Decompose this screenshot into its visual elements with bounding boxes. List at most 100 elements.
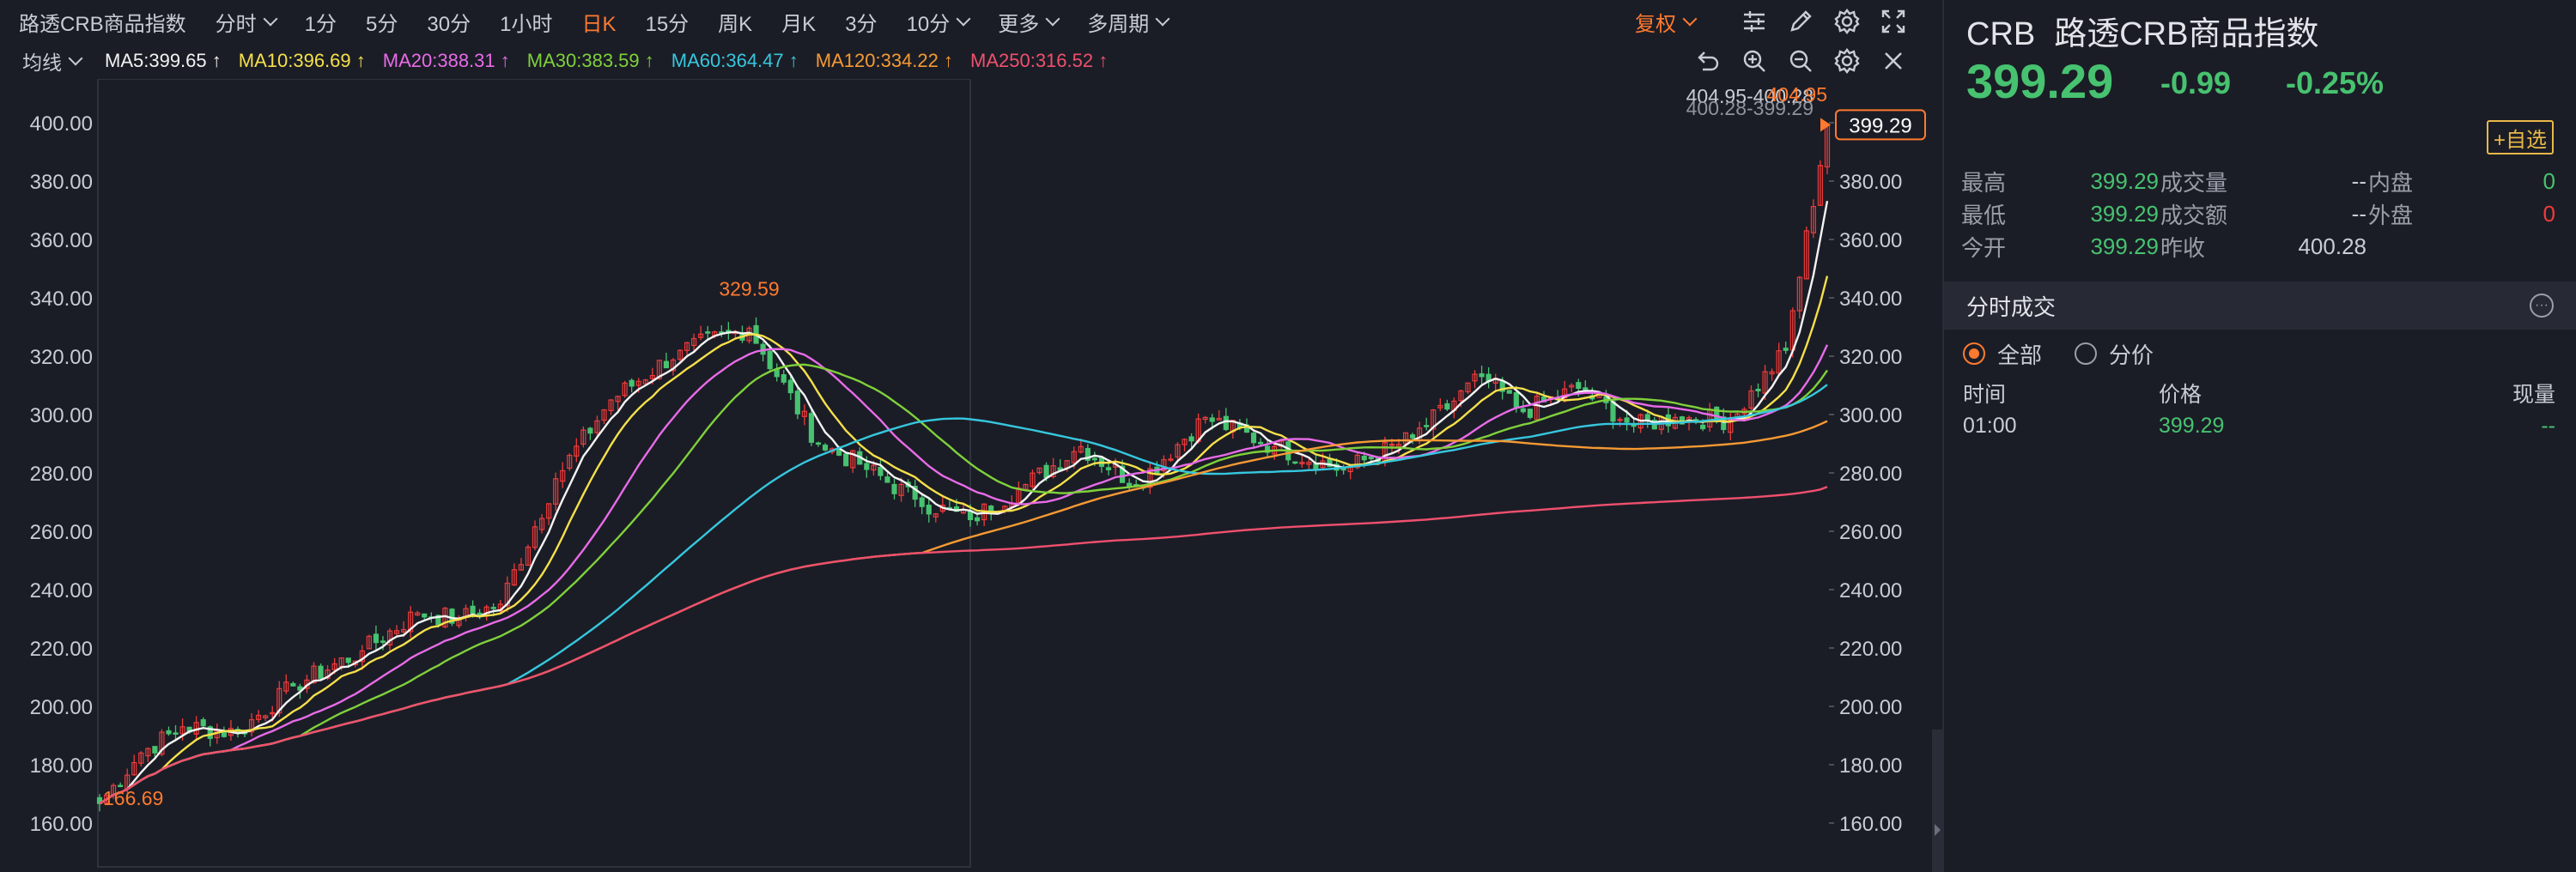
candle-body <box>1410 434 1416 439</box>
period-tab-8[interactable]: 月K <box>781 7 816 37</box>
candle-body <box>1368 456 1374 460</box>
candle-body <box>318 665 324 679</box>
stat-value: 0 <box>2543 167 2555 194</box>
gear-icon[interactable] <box>1832 46 1862 76</box>
candle-body <box>926 505 932 515</box>
period-tab-9[interactable]: 3分 <box>845 7 877 37</box>
period-tabs: 分时 1分 5分 30分 1小时 日K 15分 周K 月K 3分 10分 更多 多周期 <box>216 7 1198 37</box>
pencil-icon[interactable] <box>1786 7 1815 36</box>
ma-value-text: MA20:388.31 <box>382 50 495 71</box>
zoom-out-icon[interactable] <box>1786 46 1815 76</box>
period-tab-12[interactable]: 多周期 <box>1087 7 1170 37</box>
ma-dropdown[interactable]: 均线 <box>22 46 83 76</box>
period-tab-label: 1小时 <box>500 12 553 36</box>
ma-value-text: MA10:396.69 <box>238 50 351 71</box>
radio-checked-icon <box>1963 342 1985 365</box>
candle-body <box>781 374 787 383</box>
undo-icon[interactable] <box>1693 46 1722 76</box>
adjust-dropdown[interactable]: 复权 <box>1635 7 1698 37</box>
y-tick-label-left: 260.00 <box>30 521 93 544</box>
y-tick-label-right: 280.00 <box>1839 463 1902 486</box>
candle-body <box>345 657 351 663</box>
period-tab-5[interactable]: 日K <box>581 7 616 37</box>
add-watchlist-button[interactable]: +自选 <box>2487 120 2554 154</box>
radio-price[interactable]: 分价 <box>2075 338 2154 370</box>
arrow-up-icon: ↑ <box>350 50 366 71</box>
period-tab-4[interactable]: 1小时 <box>500 7 552 37</box>
high-value-label: 329.59 <box>719 277 779 300</box>
candle-body <box>166 730 172 735</box>
candle-body <box>808 413 815 443</box>
ma-value-3: MA30:383.59 ↑ <box>527 50 654 72</box>
candle-body <box>373 633 380 644</box>
candle-body <box>1223 415 1229 431</box>
sliders-icon[interactable] <box>1740 7 1769 36</box>
stat-label: 最高 <box>1961 169 2007 196</box>
candle-body <box>380 640 386 643</box>
y-tick-label-right: 260.00 <box>1839 521 1902 544</box>
period-tab-6[interactable]: 15分 <box>645 7 689 37</box>
period-tab-11[interactable]: 更多 <box>998 7 1060 37</box>
zoom-in-icon[interactable] <box>1740 46 1769 76</box>
toolbar-right: 复权 <box>1635 0 1908 43</box>
candle-body <box>975 517 981 522</box>
kline-chart[interactable]: 400.00 380.00 360.00 340.00 320.00 300.00 280.… <box>0 79 1942 872</box>
candle-body <box>1783 348 1789 351</box>
y-tick-label-left: 400.00 <box>30 112 93 136</box>
period-tab-3[interactable]: 30分 <box>427 7 471 37</box>
ma-lines-layer <box>99 200 1829 805</box>
radio-all[interactable]: 全部 <box>1963 338 2042 370</box>
ma-line-ma120 <box>99 420 1828 805</box>
chevron-down-icon <box>956 11 971 27</box>
period-tab-label: 周K <box>718 12 753 36</box>
trades-title: 分时成交 <box>1966 294 2057 320</box>
gear-icon[interactable] <box>1832 7 1862 36</box>
period-tab-label: 月K <box>781 12 817 36</box>
period-tab-0[interactable]: 分时 <box>216 7 278 37</box>
period-tab-1[interactable]: 1分 <box>305 7 337 37</box>
candle-body <box>767 350 773 370</box>
panel-splitter[interactable] <box>1932 730 1942 872</box>
period-tab-2[interactable]: 5分 <box>366 7 398 37</box>
stat-label: 外盘 <box>2368 202 2414 228</box>
candle-body <box>422 613 428 618</box>
stat-value: -- <box>2351 200 2366 227</box>
candle-body <box>1292 461 1298 464</box>
period-tab-label: 15分 <box>645 12 690 36</box>
stat-value: -- <box>2351 167 2366 194</box>
period-tab-10[interactable]: 10分 <box>907 7 971 37</box>
candle-body <box>152 746 158 754</box>
col-volume: 现量 <box>2512 383 2555 407</box>
candle-body <box>884 476 890 483</box>
stat-label: 成交额 <box>2160 202 2228 228</box>
y-tick-label-right: 320.00 <box>1839 346 1902 369</box>
trades-filter: 全部 分价 <box>1963 336 2186 371</box>
radio-unchecked-icon <box>2075 342 2098 365</box>
candle-body <box>173 732 179 736</box>
stat-label: 昨收 <box>2160 234 2206 261</box>
candle-body <box>891 483 897 494</box>
candle-body <box>1755 388 1761 391</box>
expand-icon[interactable] <box>1879 7 1908 36</box>
candle-body <box>1091 457 1097 461</box>
stat-label: 今开 <box>1961 234 2007 261</box>
table-row[interactable]: 01:00 399.29 -- <box>1944 414 2576 446</box>
stat-row: 最高 399.29 成交量 -- 内盘 0 <box>1954 165 2555 197</box>
more-icon[interactable]: ··· <box>2530 294 2554 318</box>
period-tab-label: 5分 <box>366 12 398 36</box>
candle-body <box>1644 414 1650 421</box>
ma-legend-bar: 均线 MA5:399.65 ↑ MA10:396.69 ↑ MA20:388.31 … <box>0 43 1942 79</box>
candle-body <box>663 360 670 369</box>
period-tab-7[interactable]: 周K <box>718 7 752 37</box>
low-value-label: 166.69 <box>103 787 163 809</box>
y-tick-label-right: 240.00 <box>1839 579 1902 603</box>
arrow-up-icon: ↑ <box>206 50 222 71</box>
close-icon[interactable] <box>1879 46 1908 76</box>
period-toolbar: 路透CRB商品指数 分时 1分 5分 30分 1小时 日K 15分 周K 月K 3分 10分 更多 多周… <box>0 0 1942 43</box>
instrument-name: 路透CRB商品指数 <box>2054 16 2319 52</box>
stat-row: 最低 399.29 成交额 -- 外盘 0 <box>1954 197 2555 230</box>
candle-body <box>1576 382 1582 389</box>
period-tab-label: 日K <box>581 12 617 36</box>
candle-body <box>1043 464 1049 479</box>
candle-body <box>1188 436 1194 442</box>
